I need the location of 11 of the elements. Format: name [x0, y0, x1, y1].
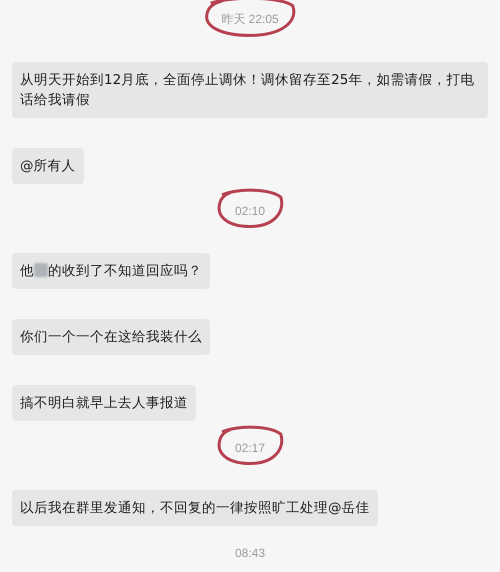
- timestamp: 02:17: [234, 441, 266, 455]
- message-bubble: @所有人: [12, 148, 84, 184]
- message-bubble: 从明天开始到12月底，全面停止调休！调休留存至25年，如需请假，打电话给我请假: [12, 62, 488, 118]
- blurred-text: [34, 263, 48, 277]
- timestamp: 昨天 22:05: [221, 12, 279, 26]
- timestamp: 08:43: [234, 546, 266, 560]
- timestamp: 02:10: [234, 204, 266, 218]
- message-bubble: 搞不明白就早上去人事报道: [12, 385, 196, 421]
- message-bubble: 以后我在群里发通知，不回复的一律按照旷工处理@岳佳: [12, 490, 378, 526]
- message-bubble: 他 的收到了不知道回应吗？: [12, 253, 210, 289]
- message-bubble: 你们一个一个在这给我装什么: [12, 319, 210, 355]
